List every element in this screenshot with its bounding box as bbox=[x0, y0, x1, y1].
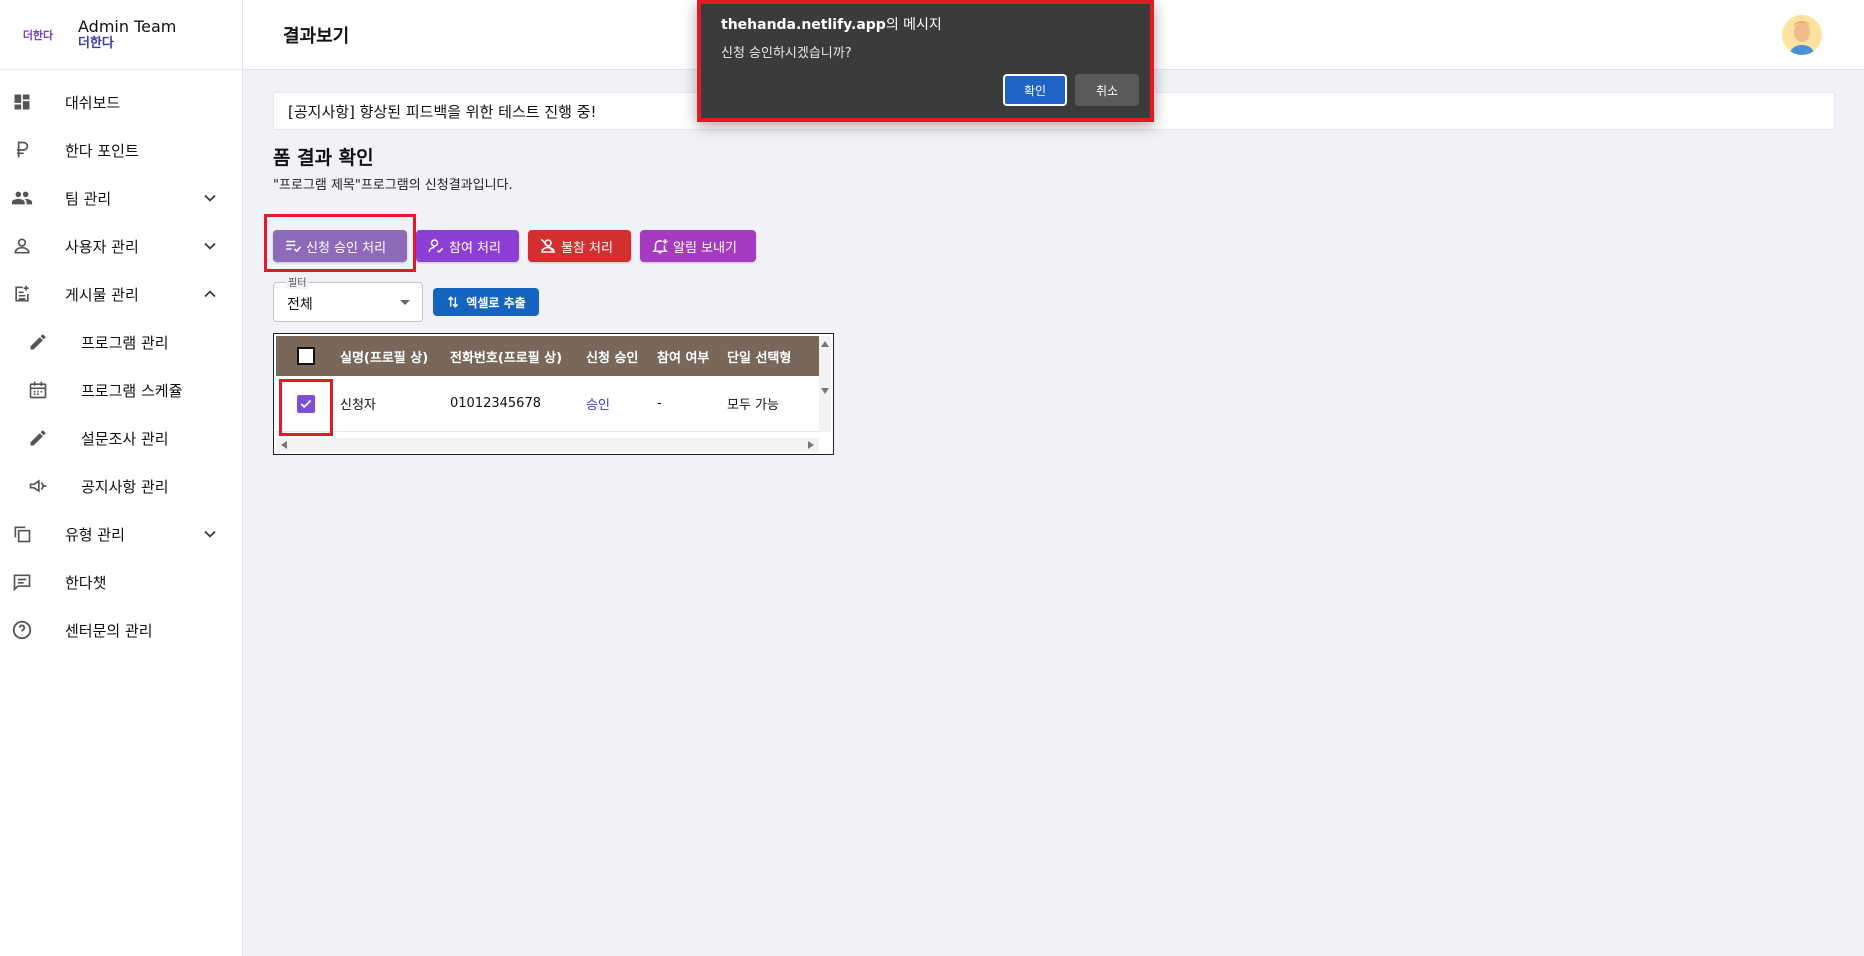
column-header[interactable]: 실명(프로필 상) bbox=[335, 347, 445, 366]
brand-title: Admin Team bbox=[78, 16, 177, 36]
pencil-icon bbox=[26, 330, 50, 354]
ruble-icon bbox=[10, 138, 34, 162]
dropdown-arrow-icon bbox=[400, 300, 410, 305]
avatar[interactable] bbox=[1782, 15, 1822, 55]
sidebar-item-label: 한다 포인트 bbox=[65, 141, 139, 160]
confirm-button[interactable]: 확인 bbox=[1003, 74, 1067, 106]
sidebar-item-chat[interactable]: 한다챗 bbox=[0, 558, 242, 606]
cell-phone: 01012345678 bbox=[450, 396, 541, 411]
column-header[interactable]: 신청 승인 bbox=[581, 347, 652, 366]
bell-add-icon bbox=[652, 239, 668, 254]
sidebar-item-label: 공지사항 관리 bbox=[81, 477, 169, 496]
form-title: 폼 결과 확인 bbox=[273, 147, 374, 169]
megaphone-icon bbox=[26, 474, 50, 498]
cell-name: 신청자 bbox=[340, 398, 376, 413]
help-icon bbox=[10, 618, 34, 642]
brand-logo[interactable]: 더한다 bbox=[16, 25, 60, 45]
form-subtitle: "프로그램 제목"프로그램의 신청결과입니다. bbox=[273, 178, 513, 193]
dialog-title: thehanda.netlify.app의 메시지 bbox=[721, 14, 942, 34]
table-header: 실명(프로필 상) 전화번호(프로필 상) 신청 승인 참여 여부 단일 선택형 bbox=[276, 336, 819, 376]
sidebar-item-label: 설문조사 관리 bbox=[81, 429, 169, 448]
person-off-icon bbox=[540, 238, 556, 254]
column-header[interactable]: 단일 선택형 bbox=[722, 347, 812, 366]
cell-attendance: - bbox=[657, 396, 662, 411]
sidebar-item-posts[interactable]: 게시물 관리 bbox=[0, 270, 242, 318]
approve-button-highlight bbox=[264, 214, 416, 272]
export-excel-button[interactable]: 엑셀로 추출 bbox=[433, 288, 539, 316]
sidebar-item-label: 게시물 관리 bbox=[65, 285, 139, 304]
sidebar-item-program[interactable]: 프로그램 관리 bbox=[0, 318, 242, 366]
mark-absent-label: 불참 처리 bbox=[561, 240, 613, 256]
export-excel-label: 엑셀로 추출 bbox=[466, 295, 526, 310]
sidebar-item-notice[interactable]: 공지사항 관리 bbox=[0, 462, 242, 510]
chevron-up-icon[interactable] bbox=[198, 282, 222, 306]
group-icon bbox=[10, 186, 34, 210]
cell-approval: 승인 bbox=[586, 398, 610, 413]
scroll-up-icon[interactable] bbox=[821, 341, 829, 347]
sidebar-nav: 대쉬보드 한다 포인트 팀 관리 사용자 관리 게시물 관리 프로그램 관리 프… bbox=[0, 70, 242, 654]
send-notification-button[interactable]: 알림 보내기 bbox=[640, 230, 756, 262]
select-all-checkbox[interactable] bbox=[296, 347, 315, 365]
dialog-origin: thehanda.netlify.app bbox=[721, 17, 886, 33]
sidebar-item-types[interactable]: 유형 관리 bbox=[0, 510, 242, 558]
person-check-icon bbox=[428, 239, 444, 254]
vertical-scrollbar[interactable] bbox=[819, 336, 831, 432]
sidebar-item-teams[interactable]: 팀 관리 bbox=[0, 174, 242, 222]
column-header[interactable]: 참여 여부 bbox=[652, 347, 722, 366]
sidebar-item-dashboard[interactable]: 대쉬보드 bbox=[0, 78, 242, 126]
calendar-icon bbox=[26, 378, 50, 402]
dashboard-icon bbox=[10, 90, 34, 114]
brand-subtitle: 더한다 bbox=[78, 35, 114, 51]
sidebar-item-label: 팀 관리 bbox=[65, 189, 112, 208]
cell-single-choice: 모두 가능 bbox=[727, 398, 779, 413]
chevron-down-icon[interactable] bbox=[198, 186, 222, 210]
scroll-left-icon[interactable] bbox=[281, 441, 287, 449]
filter-label: 필터 bbox=[286, 274, 309, 289]
sidebar-item-label: 프로그램 관리 bbox=[81, 333, 169, 352]
sidebar-item-label: 센터문의 관리 bbox=[65, 621, 153, 640]
filter-select[interactable]: 필터 전체 bbox=[273, 274, 423, 322]
sidebar-item-users[interactable]: 사용자 관리 bbox=[0, 222, 242, 270]
sidebar-item-schedule[interactable]: 프로그램 스케쥴 bbox=[0, 366, 242, 414]
column-header[interactable]: 전화번호(프로필 상) bbox=[445, 347, 581, 366]
filter-value: 전체 bbox=[287, 297, 313, 313]
sidebar-item-label: 한다챗 bbox=[65, 573, 107, 592]
person-icon bbox=[10, 234, 34, 258]
horizontal-scrollbar[interactable] bbox=[276, 438, 819, 452]
confirm-dialog: thehanda.netlify.app의 메시지 신청 승인하시겠습니까? 확… bbox=[697, 0, 1154, 122]
pencil-icon bbox=[26, 426, 50, 450]
post-add-icon bbox=[10, 282, 34, 306]
scroll-right-icon[interactable] bbox=[808, 441, 814, 449]
sidebar-item-points[interactable]: 한다 포인트 bbox=[0, 126, 242, 174]
sidebar-item-survey[interactable]: 설문조사 관리 bbox=[0, 414, 242, 462]
send-notification-label: 알림 보내기 bbox=[673, 240, 737, 256]
mark-attended-button[interactable]: 참여 처리 bbox=[416, 230, 519, 262]
page-title: 결과보기 bbox=[283, 26, 350, 47]
sidebar-item-label: 프로그램 스케쥴 bbox=[81, 381, 183, 400]
dialog-origin-suffix: 의 메시지 bbox=[885, 17, 942, 33]
cancel-button[interactable]: 취소 bbox=[1075, 74, 1139, 106]
mark-attended-label: 참여 처리 bbox=[449, 240, 501, 256]
brand: 더한다 Admin Team 더한다 bbox=[0, 0, 242, 70]
chevron-down-icon[interactable] bbox=[198, 522, 222, 546]
table-row[interactable]: 신청자 01012345678 승인 - 모두 가능 bbox=[276, 376, 819, 432]
chevron-down-icon[interactable] bbox=[198, 234, 222, 258]
dialog-message: 신청 승인하시겠습니까? bbox=[721, 46, 852, 61]
scroll-down-icon[interactable] bbox=[821, 388, 829, 394]
sidebar-item-label: 유형 관리 bbox=[65, 525, 125, 544]
copy-icon bbox=[10, 522, 34, 546]
swap-vertical-icon bbox=[448, 296, 459, 308]
mark-absent-button[interactable]: 불참 처리 bbox=[528, 230, 631, 262]
chat-icon bbox=[10, 570, 34, 594]
sidebar-item-label: 대쉬보드 bbox=[65, 93, 121, 112]
checkbox-highlight bbox=[279, 379, 333, 436]
sidebar-item-inquiry[interactable]: 센터문의 관리 bbox=[0, 606, 242, 654]
sidebar: 더한다 Admin Team 더한다 대쉬보드 한다 포인트 팀 관리 사용자 … bbox=[0, 0, 243, 956]
results-table: 실명(프로필 상) 전화번호(프로필 상) 신청 승인 참여 여부 단일 선택형… bbox=[273, 333, 834, 455]
sidebar-item-label: 사용자 관리 bbox=[65, 237, 139, 256]
